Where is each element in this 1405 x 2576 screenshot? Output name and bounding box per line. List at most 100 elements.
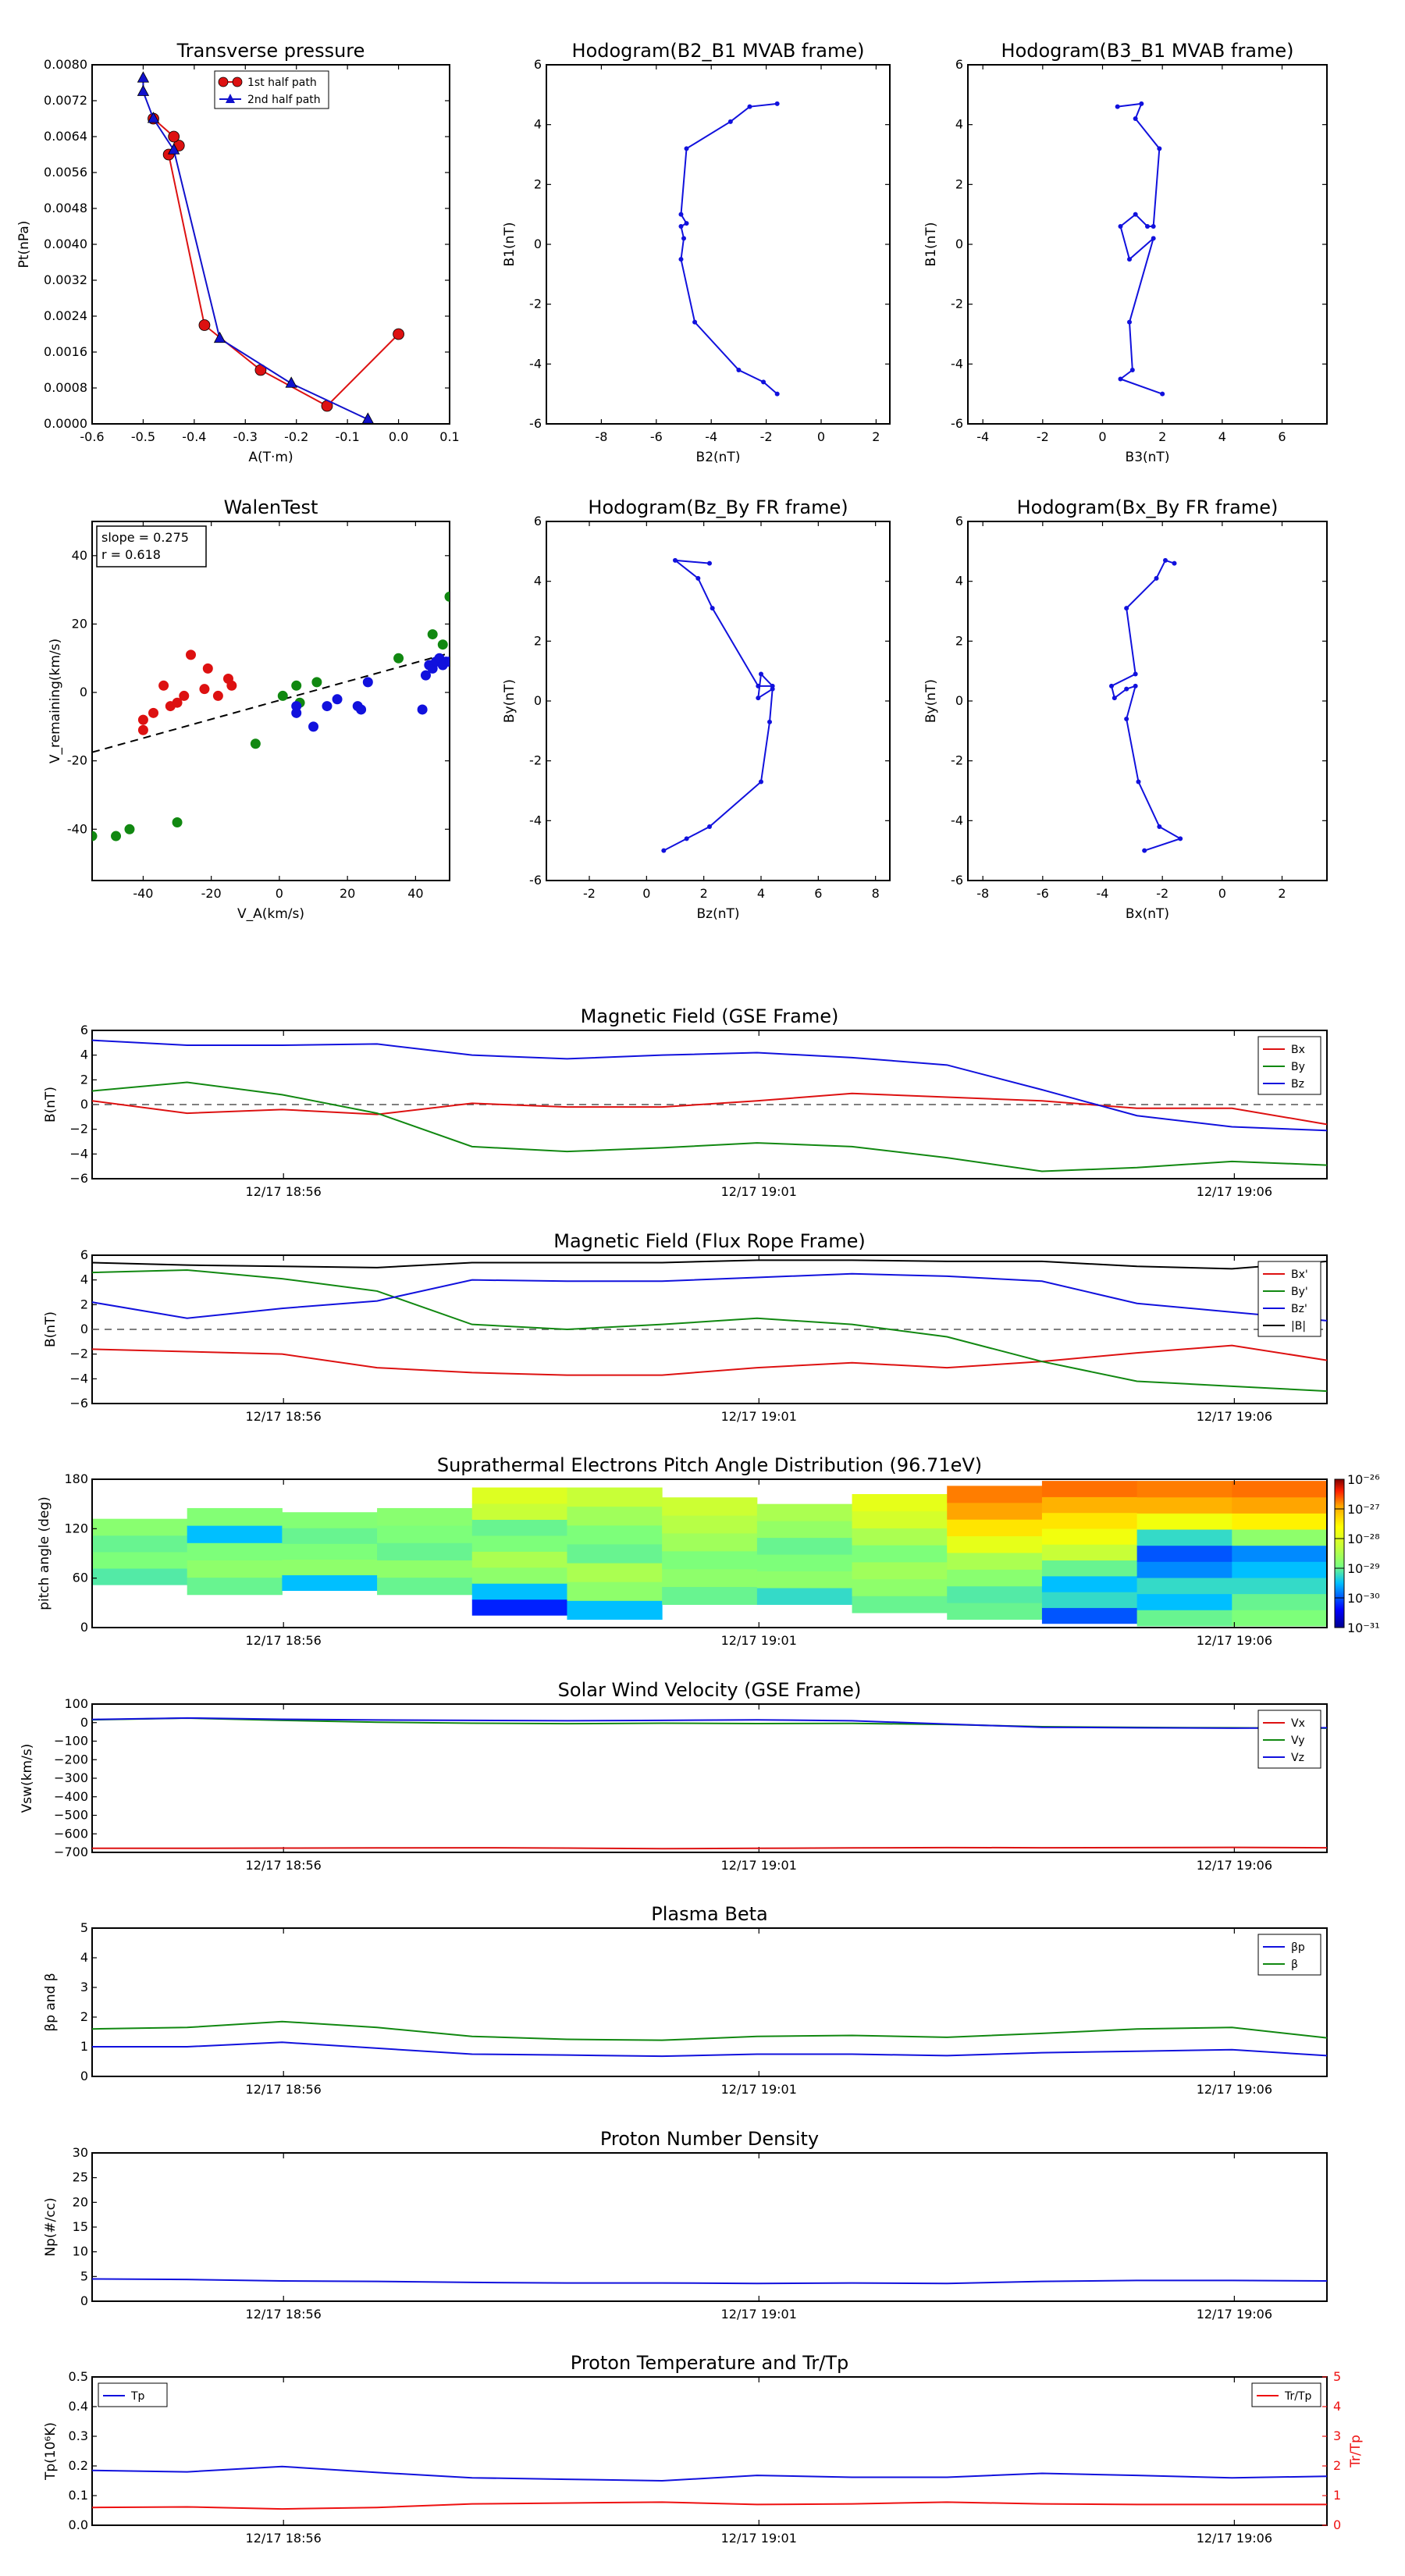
data-point	[212, 690, 223, 701]
data-point	[770, 686, 775, 692]
y-tick-label: 0	[80, 1097, 88, 1112]
colorbar-label: 10⁻²⁹	[1347, 1561, 1380, 1576]
chart-title: Suprathermal Electrons Pitch Angle Distr…	[437, 1454, 982, 1476]
y-tick-label: 4	[534, 574, 542, 589]
data-point	[695, 575, 701, 581]
y-tick-label: 6	[955, 57, 963, 72]
heatmap-column	[756, 1503, 853, 1605]
legend: Bx' By' Bz' |B|	[1257, 1261, 1321, 1337]
y2-tick-label: 0	[1333, 2517, 1341, 2532]
heatmap-cell	[471, 1487, 567, 1504]
x-tick-label: 40	[407, 886, 423, 901]
data-point	[710, 606, 715, 611]
series-line-By'	[91, 1268, 1328, 1393]
y-tick-label: 0	[80, 1620, 88, 1635]
heatmap-cell	[1041, 1544, 1138, 1561]
legend-label: By'	[1291, 1286, 1308, 1298]
heatmap-cell	[1041, 1528, 1138, 1545]
data-point	[756, 696, 761, 701]
heatmap-cell	[377, 1560, 473, 1578]
y-tick-label: 60	[73, 1571, 88, 1585]
series-line-Tr/Tp	[91, 2501, 1327, 2510]
heatmap-cell	[1232, 1577, 1328, 1595]
x-tick-label: 6	[1278, 429, 1286, 444]
data-point	[226, 680, 237, 691]
panel-p10: Solar Wind Velocity (GSE Frame) 12/17 18:…	[20, 1679, 1328, 1873]
y-tick-label: 120	[64, 1521, 88, 1535]
legend-label: 1st half path	[247, 76, 317, 89]
y-axis-label: Vsw(km/s)	[20, 1744, 35, 1813]
y-tick-label: 0	[80, 2069, 88, 2083]
heatmap-cell	[187, 1542, 283, 1560]
x-tick-label: 12/17 19:01	[721, 1858, 797, 1873]
series-line-Tp	[91, 2465, 1328, 2482]
data-point	[1109, 683, 1114, 688]
series-line-Bx'	[91, 1344, 1328, 1376]
x-tick-label: -8	[976, 886, 989, 901]
y-tick-label: -2	[529, 753, 542, 768]
heatmap-column	[187, 1507, 283, 1596]
heatmap-cell	[187, 1525, 283, 1543]
chart-title: Hodogram(Bz_By FR frame)	[588, 496, 848, 518]
x-tick-label: 2	[872, 429, 880, 444]
data-point	[1163, 557, 1168, 563]
x-tick-label: -2	[1156, 886, 1168, 901]
panel-p12: Proton Number Density 12/17 18:56 12/17 19…	[43, 2128, 1328, 2322]
data-point	[124, 824, 135, 834]
y-tick-label: −700	[54, 1845, 88, 1859]
x-tick-label: -2	[583, 886, 596, 901]
heatmap-cell	[1136, 1496, 1232, 1514]
legend-box	[1257, 1934, 1321, 1976]
y-tick-label: -6	[951, 873, 963, 888]
heatmap-column	[1136, 1481, 1232, 1627]
x-tick-label: 12/17 19:01	[721, 2531, 797, 2546]
y-tick-label: 0	[534, 237, 542, 251]
series-line	[1117, 102, 1163, 395]
x-tick-label: 12/17 19:06	[1197, 2082, 1272, 2097]
heatmap-cell	[282, 1574, 378, 1591]
y-axis-label: pitch angle (deg)	[37, 1496, 52, 1610]
x-tick-label: 8	[872, 886, 880, 901]
plot-frame	[91, 2152, 1328, 2302]
legend-label: |B|	[1291, 1320, 1306, 1332]
heatmap-cell	[92, 1568, 188, 1585]
panel-p6: Hodogram(Bx_By FR frame) -8 -6 -4 -2 0 2 -6 -4 -2…	[923, 496, 1328, 922]
x-tick-label: 0	[817, 429, 825, 444]
y2-tick-label: 1	[1333, 2488, 1341, 2503]
x-tick-label: 12/17 19:01	[721, 1184, 797, 1199]
heatmap-cell	[471, 1551, 567, 1568]
y-tick-label: -20	[67, 753, 87, 768]
y-tick-label: 0	[955, 693, 963, 708]
heatmap-cell	[567, 1582, 663, 1601]
colorbar-label: 10⁻²⁷	[1347, 1502, 1380, 1517]
data-point	[1124, 686, 1129, 692]
y-tick-label: 0.0000	[44, 416, 87, 431]
heatmap-column	[282, 1512, 378, 1591]
x-tick-label: 12/17 19:01	[721, 1633, 797, 1648]
x-tick-label: 12/17 18:56	[246, 2307, 322, 2322]
series-0	[661, 557, 775, 853]
legend-label: Tp	[130, 2390, 145, 2403]
plot-frame	[546, 64, 891, 425]
heatmap-cell	[567, 1543, 663, 1564]
legend: Vx Vy Vz	[1257, 1710, 1321, 1769]
data-point	[1145, 224, 1150, 229]
data-point	[308, 721, 319, 732]
y-tick-label: -40	[67, 821, 87, 836]
panel-p4: WalenTest -40 -20 0 20 40 -40 -20 0 20 40 V_A(km/s)…	[48, 496, 450, 922]
data-point	[684, 146, 689, 151]
data-point	[356, 704, 367, 715]
heatmap-cell	[662, 1586, 758, 1605]
y-tick-label: 0	[534, 693, 542, 708]
heatmap-cell	[1232, 1496, 1328, 1514]
heatmap-column	[947, 1485, 1043, 1620]
x-tick-label: 0	[1098, 429, 1106, 444]
y-tick-label: −4	[69, 1146, 88, 1161]
chart-title: Proton Number Density	[600, 2128, 819, 2150]
data-point	[179, 690, 190, 701]
series-0	[1109, 557, 1183, 853]
data-point	[417, 704, 428, 715]
figure-canvas: Transverse pressure -0.6 -0.5 -0.4 -0.3 -0.2 -…	[16, 40, 1380, 2546]
y-tick-label: −400	[54, 1789, 88, 1804]
data-point	[1139, 101, 1144, 106]
